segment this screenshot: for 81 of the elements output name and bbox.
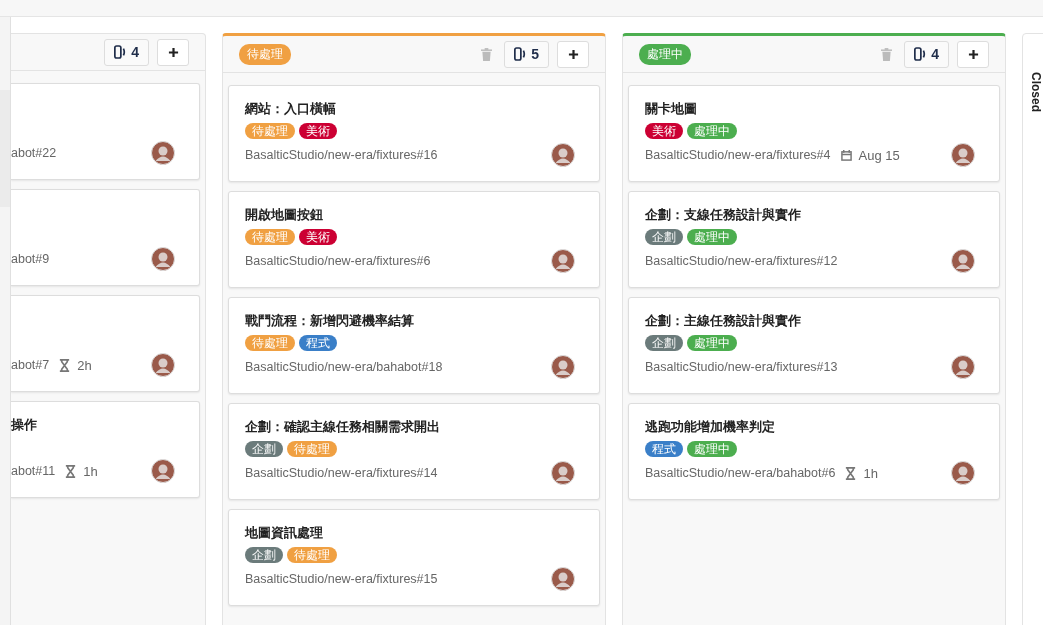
issues-icon	[114, 45, 127, 59]
issue-title[interactable]: 操作	[11, 416, 175, 435]
issue-title[interactable]: 開啟地圖按鈕	[245, 206, 575, 225]
issues-icon	[914, 47, 927, 61]
issue-card[interactable]: abot#7 2h	[11, 295, 200, 392]
hourglass-icon	[845, 466, 857, 480]
issue-label[interactable]: 程式	[645, 441, 683, 457]
issue-meta-text: Aug 15	[858, 147, 900, 163]
issue-meta-text: 1h	[863, 465, 878, 481]
issue-reference[interactable]: abot#11	[11, 464, 56, 478]
issues-icon	[514, 47, 527, 61]
plus-icon	[567, 48, 579, 60]
avatar	[951, 143, 975, 167]
issue-card[interactable]: 開啟地圖按鈕 待處理 美術 BasalticStudio/new-era/fixtures#6	[228, 191, 600, 288]
avatar	[551, 461, 575, 485]
issue-label[interactable]: 企劃	[245, 547, 283, 563]
issue-reference[interactable]: BasalticStudio/new-era/fixtures#13	[645, 360, 838, 374]
issue-label[interactable]: 企劃	[245, 441, 283, 457]
column-label: 待處理	[239, 43, 291, 65]
avatar	[151, 353, 175, 377]
issue-reference[interactable]: abot#7	[11, 358, 50, 372]
issue-card[interactable]: abot#9	[11, 189, 200, 286]
issue-label[interactable]: 美術	[645, 123, 683, 139]
issue-reference[interactable]: BasalticStudio/new-era/bahabot#18	[245, 360, 443, 374]
add-issue-button[interactable]	[557, 40, 589, 68]
avatar	[151, 247, 175, 271]
issue-title[interactable]: 企劃：主線任務設計與實作	[645, 312, 975, 331]
plus-icon	[167, 46, 179, 58]
column-label: 處理中	[639, 43, 691, 65]
issue-reference[interactable]: BasalticStudio/new-era/fixtures#6	[245, 254, 431, 268]
issue-title[interactable]: 企劃：確認主線任務相關需求開出	[245, 418, 575, 437]
issue-label[interactable]: 美術	[299, 123, 337, 139]
issue-reference[interactable]: BasalticStudio/new-era/fixtures#16	[245, 148, 438, 162]
issue-reference[interactable]: BasalticStudio/new-era/fixtures#12	[645, 254, 838, 268]
avatar	[551, 249, 575, 273]
avatar	[951, 355, 975, 379]
issue-count-button[interactable]: 4	[904, 40, 949, 68]
issue-card[interactable]: 關卡地圖 美術 處理中 BasalticStudio/new-era/fixtures#4 Aug 15	[628, 85, 1000, 182]
issue-title[interactable]: 逃跑功能增加機率判定	[645, 418, 975, 437]
issue-label[interactable]: 企劃	[645, 335, 683, 351]
hourglass-icon	[65, 464, 77, 478]
avatar	[551, 143, 575, 167]
issue-count-button[interactable]: 4	[104, 38, 149, 66]
issue-title[interactable]: 網站：入口橫幅	[245, 100, 575, 119]
issue-card[interactable]: 逃跑功能增加機率判定 程式 處理中 BasalticStudio/new-era/bahabot#6 1h	[628, 403, 1000, 500]
issue-label[interactable]: 美術	[299, 229, 337, 245]
issue-title[interactable]: 企劃：支線任務設計與實作	[645, 206, 975, 225]
issue-card[interactable]: 企劃：確認主線任務相關需求開出 企劃 待處理 BasalticStudio/new-era/fixtures#14	[228, 403, 600, 500]
issue-reference[interactable]: BasalticStudio/new-era/fixtures#15	[245, 572, 438, 586]
issue-title[interactable]: 地圖資訊處理	[245, 524, 575, 543]
issue-reference[interactable]: BasalticStudio/new-era/bahabot#6	[645, 466, 836, 480]
hourglass-icon	[59, 358, 71, 372]
issue-card[interactable]: 網站：入口橫幅 待處理 美術 BasalticStudio/new-era/fixtures#16	[228, 85, 600, 182]
issue-card[interactable]: 戰鬥流程：新增閃避機率結算 待處理 程式 BasalticStudio/new-era/bahabot#18	[228, 297, 600, 394]
issue-card[interactable]: 操作 abot#11 1h	[11, 401, 200, 498]
issue-reference[interactable]: abot#22	[11, 146, 57, 160]
avatar	[151, 459, 175, 483]
issue-card[interactable]: abot#22	[11, 83, 200, 180]
calendar-icon	[840, 148, 852, 162]
issue-reference[interactable]: abot#9	[11, 252, 50, 266]
add-issue-button[interactable]	[157, 38, 189, 66]
issue-title[interactable]: 戰鬥流程：新增閃避機率結算	[245, 312, 575, 331]
avatar	[951, 249, 975, 273]
issue-card[interactable]: 企劃：主線任務設計與實作 企劃 處理中 BasalticStudio/new-era/fixtures#13	[628, 297, 1000, 394]
avatar	[551, 567, 575, 591]
issue-card[interactable]: 地圖資訊處理 企劃 待處理 BasalticStudio/new-era/fixtures#15	[228, 509, 600, 606]
issue-card[interactable]: 企劃：支線任務設計與實作 企劃 處理中 BasalticStudio/new-era/fixtures#12	[628, 191, 1000, 288]
avatar	[551, 355, 575, 379]
issue-title[interactable]: 關卡地圖	[645, 100, 975, 119]
plus-icon	[967, 48, 979, 60]
avatar	[151, 141, 175, 165]
issue-reference[interactable]: BasalticStudio/new-era/fixtures#4	[645, 148, 831, 162]
issue-count-button[interactable]: 5	[504, 40, 549, 68]
issue-label[interactable]: 企劃	[645, 229, 683, 245]
add-issue-button[interactable]	[957, 40, 989, 68]
issue-meta-text: 1h	[83, 463, 98, 479]
issue-reference[interactable]: BasalticStudio/new-era/fixtures#14	[245, 466, 438, 480]
column-title[interactable]: Closed	[1029, 72, 1042, 118]
issue-meta-text: 2h	[77, 357, 92, 373]
issue-label[interactable]: 程式	[299, 335, 337, 351]
avatar	[951, 461, 975, 485]
